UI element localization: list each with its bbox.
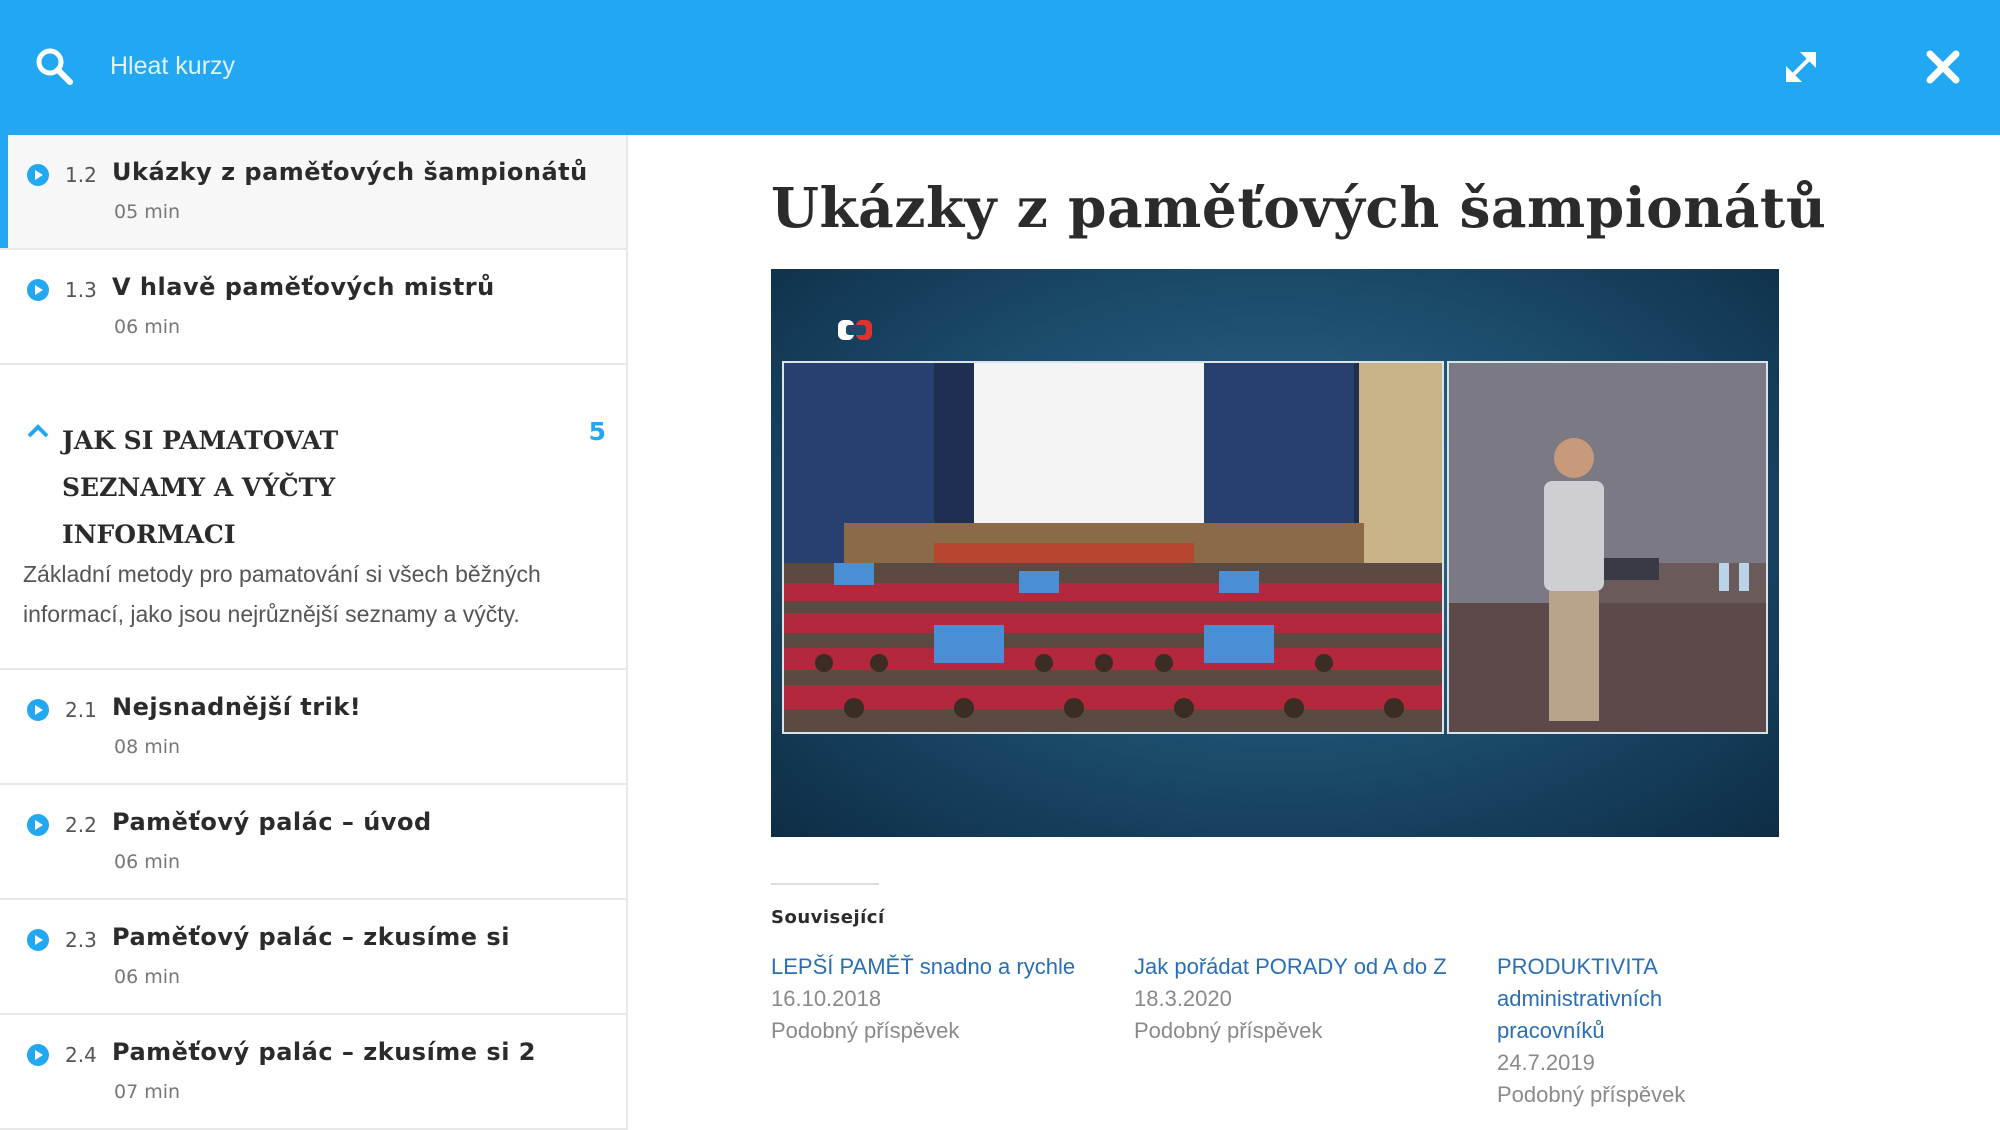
lesson-item-2-3[interactable]: 2.3 Paměťový palác – zkusíme si 06 min xyxy=(0,900,626,1015)
lesson-title: Nejsnadnější trik! xyxy=(112,693,362,721)
close-icon[interactable] xyxy=(1926,50,1960,84)
related-post-title: PRODUKTIVITA administrativních xyxy=(1497,954,1663,1011)
lesson-duration: 05 min xyxy=(114,201,181,223)
play-circle-icon xyxy=(27,929,49,951)
chapter-title[interactable]: JAK SI PAMATOVAT SEZNAMY A VÝČTY INFORMA… xyxy=(62,417,542,558)
related-post[interactable]: LEPŠÍ PAMĚŤ snadno a rychle 16.10.2018 P… xyxy=(771,951,1091,1047)
lesson-item-2-1[interactable]: 2.1 Nejsnadnější trik! 08 min xyxy=(0,670,626,785)
chapter-section: JAK SI PAMATOVAT SEZNAMY A VÝČTY INFORMA… xyxy=(0,365,626,670)
lesson-title: Ukázky z paměťových šampionátů xyxy=(112,158,588,186)
page-title: Ukázky z paměťových šampionátů xyxy=(771,175,1827,240)
lesson-title: Paměťový palác – zkusíme si 2 xyxy=(112,1038,536,1066)
chapter-title-line: SEZNAMY A VÝČTY xyxy=(62,473,336,502)
play-circle-icon xyxy=(27,164,49,186)
lesson-number: 2.3 xyxy=(65,928,97,952)
related-post[interactable]: Jak pořádat PORADY od A do Z 18.3.2020 P… xyxy=(1134,951,1454,1047)
play-circle-icon xyxy=(27,1044,49,1066)
chapter-title-line: JAK SI PAMATOVAT xyxy=(62,426,339,455)
lecture-hall-frame xyxy=(782,361,1444,734)
lesson-number: 2.4 xyxy=(65,1043,97,1067)
chapter-title-line: INFORMACI xyxy=(62,520,236,549)
chapter-lesson-count: 5 xyxy=(588,417,606,446)
lesson-duration: 08 min xyxy=(114,736,181,758)
lesson-item-1-2[interactable]: 1.2 Ukázky z paměťových šampionátů 05 mi… xyxy=(0,135,626,250)
lesson-number: 1.2 xyxy=(65,163,97,187)
lesson-number: 2.1 xyxy=(65,698,97,722)
speaker-scene xyxy=(1449,363,1766,732)
related-post-date: 18.3.2020 xyxy=(1134,986,1232,1011)
play-circle-icon xyxy=(27,279,49,301)
related-label: Související xyxy=(771,907,885,928)
related-post-title-cont: pracovníků xyxy=(1497,1018,1605,1043)
lesson-duration: 06 min xyxy=(114,316,181,338)
related-post-title: Jak pořádat PORADY od A do Z xyxy=(1134,954,1447,979)
lesson-item-2-2[interactable]: 2.2 Paměťový palác – úvod 06 min xyxy=(0,785,626,900)
chapter-description: Základní metody pro pamatování si všech … xyxy=(23,561,541,627)
related-post-link[interactable]: Jak pořádat PORADY od A do Z xyxy=(1134,951,1454,983)
related-post[interactable]: PRODUKTIVITA administrativních pracovník… xyxy=(1497,951,1817,1111)
speaker-frame xyxy=(1447,361,1768,734)
expand-icon[interactable] xyxy=(1780,46,1822,88)
lesson-content: Ukázky z paměťových šampionátů Souvisejí… xyxy=(630,135,2000,1130)
section-divider xyxy=(771,883,879,885)
lesson-duration: 06 min xyxy=(114,966,181,988)
top-bar xyxy=(0,0,2000,135)
lesson-number: 2.2 xyxy=(65,813,97,837)
lesson-title: Paměťový palác – zkusíme si xyxy=(112,923,510,951)
related-post-date: 24.7.2019 xyxy=(1497,1050,1595,1075)
video-player[interactable] xyxy=(771,269,1779,837)
search-icon[interactable] xyxy=(34,46,74,86)
course-sidebar: 1.2 Ukázky z paměťových šampionátů 05 mi… xyxy=(0,135,628,1130)
search-input[interactable] xyxy=(110,42,810,90)
related-post-title: LEPŠÍ PAMĚŤ snadno a rychle xyxy=(771,954,1076,979)
related-post-type: Podobný příspěvek xyxy=(771,1018,960,1043)
related-post-link[interactable]: PRODUKTIVITA administrativních pracovník… xyxy=(1497,951,1817,1047)
related-post-date: 16.10.2018 xyxy=(771,986,882,1011)
chevron-up-icon[interactable] xyxy=(26,423,50,439)
lesson-title: Paměťový palác – úvod xyxy=(112,808,432,836)
related-post-type: Podobný příspěvek xyxy=(1134,1018,1323,1043)
play-circle-icon xyxy=(27,814,49,836)
related-post-link[interactable]: LEPŠÍ PAMĚŤ snadno a rychle xyxy=(771,951,1091,983)
broadcaster-logo xyxy=(838,320,872,340)
lesson-number: 1.3 xyxy=(65,278,97,302)
lesson-duration: 07 min xyxy=(114,1081,181,1103)
lesson-item-2-4[interactable]: 2.4 Paměťový palác – zkusíme si 2 07 min xyxy=(0,1015,626,1130)
lesson-duration: 06 min xyxy=(114,851,181,873)
lesson-title: V hlavě paměťových mistrů xyxy=(112,273,495,301)
lesson-item-1-3[interactable]: 1.3 V hlavě paměťových mistrů 06 min xyxy=(0,250,626,365)
play-circle-icon xyxy=(27,699,49,721)
related-post-type: Podobný příspěvek xyxy=(1497,1082,1686,1107)
lecture-hall-scene xyxy=(784,363,1442,732)
